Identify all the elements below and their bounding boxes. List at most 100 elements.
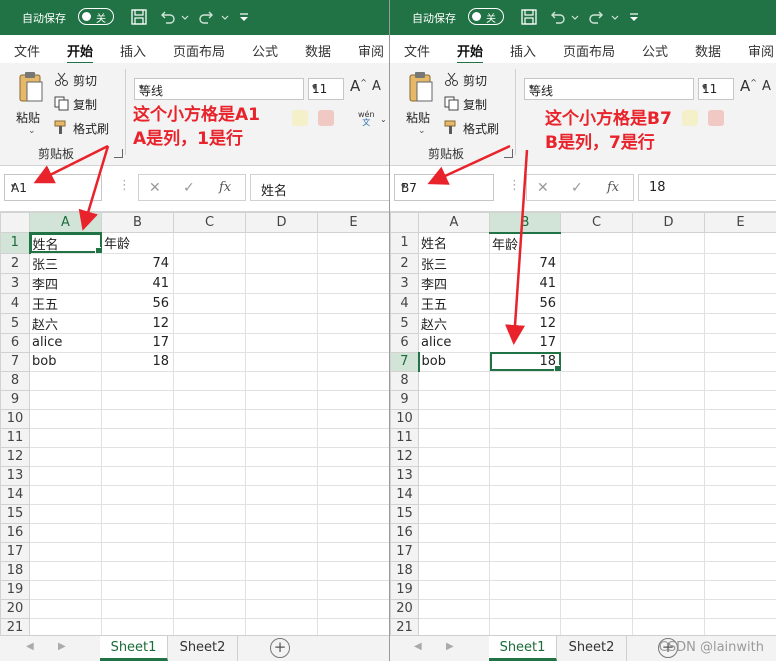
row-header[interactable]: 19 xyxy=(390,579,419,600)
cell-c5[interactable] xyxy=(560,312,633,334)
cell-a20[interactable] xyxy=(418,598,490,619)
cell-b18[interactable] xyxy=(101,560,174,581)
row-header[interactable]: 1 xyxy=(0,232,31,254)
dialog-launcher-icon[interactable] xyxy=(114,149,123,158)
cell-e15[interactable] xyxy=(317,503,389,524)
cell-a7[interactable]: bob xyxy=(418,351,490,372)
cell-e3[interactable] xyxy=(317,272,389,294)
column-header-e[interactable]: E xyxy=(704,212,776,233)
cell-c12[interactable] xyxy=(173,446,246,467)
cell-b11[interactable] xyxy=(101,427,174,448)
cell-e20[interactable] xyxy=(704,598,776,619)
undo-dropdown-icon[interactable] xyxy=(570,8,580,26)
row-header[interactable]: 14 xyxy=(0,484,30,505)
row-header[interactable]: 17 xyxy=(0,541,30,562)
font-color-icon[interactable] xyxy=(318,110,334,126)
undo-dropdown-icon[interactable] xyxy=(180,8,190,26)
cell-b3[interactable]: 41 xyxy=(489,272,561,294)
cell-c10[interactable] xyxy=(560,408,633,429)
cell-c5[interactable] xyxy=(173,312,246,334)
more-dots-icon[interactable]: ⋮ xyxy=(118,178,131,193)
cell-e13[interactable] xyxy=(317,465,389,486)
cell-d19[interactable] xyxy=(632,579,705,600)
redo-icon[interactable] xyxy=(198,8,216,26)
cell-b13[interactable] xyxy=(101,465,174,486)
fx-icon[interactable]: fx xyxy=(607,180,619,195)
tab-insert[interactable]: 插入 xyxy=(510,41,536,60)
cell-c17[interactable] xyxy=(560,541,633,562)
cell-b13[interactable] xyxy=(489,465,561,486)
cell-e7[interactable] xyxy=(317,351,389,372)
scroll-left-icon[interactable]: ◀ xyxy=(414,641,422,652)
select-all-corner[interactable] xyxy=(390,212,419,233)
cell-a11[interactable] xyxy=(418,427,490,448)
cell-e10[interactable] xyxy=(704,408,776,429)
cell-b9[interactable] xyxy=(489,389,561,410)
row-header[interactable]: 9 xyxy=(0,389,30,410)
cell-c18[interactable] xyxy=(173,560,246,581)
cell-c16[interactable] xyxy=(173,522,246,543)
cell-b2[interactable]: 74 xyxy=(489,252,561,274)
cell-a6[interactable]: alice xyxy=(418,332,490,353)
cell-a2[interactable]: 张三 xyxy=(418,252,490,274)
cell-c1[interactable] xyxy=(173,232,246,254)
cell-d20[interactable] xyxy=(632,598,705,619)
row-header[interactable]: 7 xyxy=(390,351,420,372)
scroll-right-icon[interactable]: ▶ xyxy=(446,641,454,652)
row-header[interactable]: 13 xyxy=(0,465,30,486)
cell-e2[interactable] xyxy=(704,252,776,274)
row-header[interactable]: 11 xyxy=(390,427,419,448)
cell-d6[interactable] xyxy=(245,332,318,353)
cancel-icon[interactable]: ✕ xyxy=(149,180,161,196)
grow-font-icon[interactable]: A^ xyxy=(740,77,757,95)
cell-d18[interactable] xyxy=(632,560,705,581)
cell-e17[interactable] xyxy=(704,541,776,562)
row-header[interactable]: 3 xyxy=(390,272,419,294)
cell-c14[interactable] xyxy=(560,484,633,505)
cell-a19[interactable] xyxy=(29,579,102,600)
cell-e7[interactable] xyxy=(704,351,776,372)
cell-d11[interactable] xyxy=(632,427,705,448)
cell-b12[interactable] xyxy=(101,446,174,467)
column-header-d[interactable]: D xyxy=(245,212,318,233)
cell-e11[interactable] xyxy=(704,427,776,448)
name-box[interactable]: A1 ▾ xyxy=(4,174,102,201)
tab-review[interactable]: 审阅 xyxy=(748,41,774,60)
cell-e16[interactable] xyxy=(317,522,389,543)
paste-button[interactable]: 粘贴 ⌄ xyxy=(402,71,440,136)
cell-a3[interactable]: 李四 xyxy=(418,272,490,294)
cell-e1[interactable] xyxy=(704,232,776,254)
cell-d8[interactable] xyxy=(632,370,705,391)
cell-d15[interactable] xyxy=(245,503,318,524)
undo-icon[interactable] xyxy=(548,8,566,26)
cell-b19[interactable] xyxy=(101,579,174,600)
grow-font-icon[interactable]: A^ xyxy=(350,77,367,95)
cell-c8[interactable] xyxy=(173,370,246,391)
cell-d14[interactable] xyxy=(245,484,318,505)
cell-b7[interactable]: 18 xyxy=(101,351,174,372)
cell-c11[interactable] xyxy=(560,427,633,448)
cell-e16[interactable] xyxy=(704,522,776,543)
cell-b10[interactable] xyxy=(101,408,174,429)
scroll-right-icon[interactable]: ▶ xyxy=(58,641,66,652)
row-header[interactable]: 16 xyxy=(0,522,30,543)
fill-color-icon[interactable] xyxy=(292,110,308,126)
cell-d12[interactable] xyxy=(245,446,318,467)
undo-icon[interactable] xyxy=(158,8,176,26)
row-header[interactable]: 5 xyxy=(0,312,30,334)
sheet-tab-sheet2[interactable]: Sheet2 xyxy=(557,636,627,661)
cell-a12[interactable] xyxy=(29,446,102,467)
font-name-select[interactable]: 等线 ▾ xyxy=(524,78,694,100)
cell-b4[interactable]: 56 xyxy=(489,292,561,314)
cell-c7[interactable] xyxy=(560,351,633,372)
cell-a17[interactable] xyxy=(418,541,490,562)
row-header[interactable]: 4 xyxy=(0,292,30,314)
tab-formulas[interactable]: 公式 xyxy=(642,41,668,60)
cell-c4[interactable] xyxy=(560,292,633,314)
sheet-tab-sheet2[interactable]: Sheet2 xyxy=(168,636,238,661)
tab-home[interactable]: 开始 xyxy=(457,41,484,65)
cell-b14[interactable] xyxy=(489,484,561,505)
sheet-tab-sheet1[interactable]: Sheet1 xyxy=(100,636,168,661)
cell-d9[interactable] xyxy=(245,389,318,410)
cell-e6[interactable] xyxy=(704,332,776,353)
